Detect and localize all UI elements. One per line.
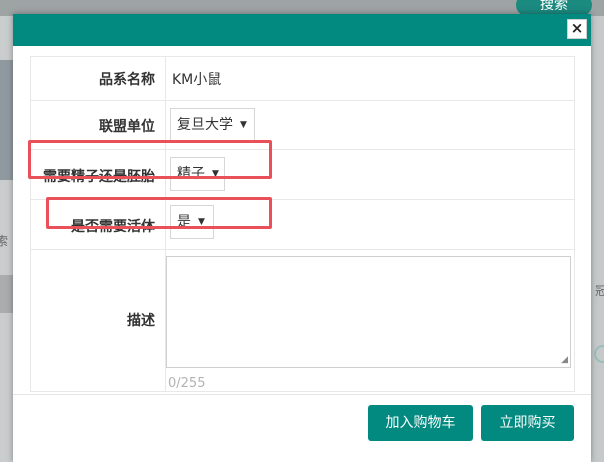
add-to-cart-button[interactable]: 加入购物车 [368,405,473,441]
alliance-unit-select[interactable]: 复旦大学 ▼ [170,108,255,142]
background-right-text: 冠 [595,284,604,298]
description-textarea[interactable]: ◢ [166,256,571,368]
caret-down-icon: ▼ [240,120,247,130]
highlight-box-sperm-or-embryo [28,140,272,179]
close-icon[interactable]: × [567,19,587,39]
background-left-text: 索 [0,234,9,248]
strain-name-label: 品系名称 [99,72,155,88]
purchase-modal: × 品系名称 KM小鼠 联盟单位 复旦大学 ▼ 需要精子还是胚胎 精子 ▼ 是否需要 [13,14,591,462]
buy-now-button[interactable]: 立即购买 [481,405,574,441]
background-right-panel [591,16,604,462]
modal-header: × [13,14,591,46]
character-counter: 0/255 [168,376,206,391]
alliance-unit-label: 联盟单位 [99,119,155,135]
resize-grip-icon[interactable]: ◢ [561,356,568,365]
highlight-box-need-live [46,197,272,229]
description-row: 描述 ◢ 0/255 [31,250,574,392]
background-left-band [0,275,13,313]
description-label: 描述 [127,313,155,329]
background-left-image [0,60,13,180]
strain-name-row: 品系名称 KM小鼠 [31,57,574,101]
strain-name-value: KM小鼠 [172,72,222,88]
alliance-unit-selected: 复旦大学 [177,117,233,133]
footer-divider [13,394,591,395]
